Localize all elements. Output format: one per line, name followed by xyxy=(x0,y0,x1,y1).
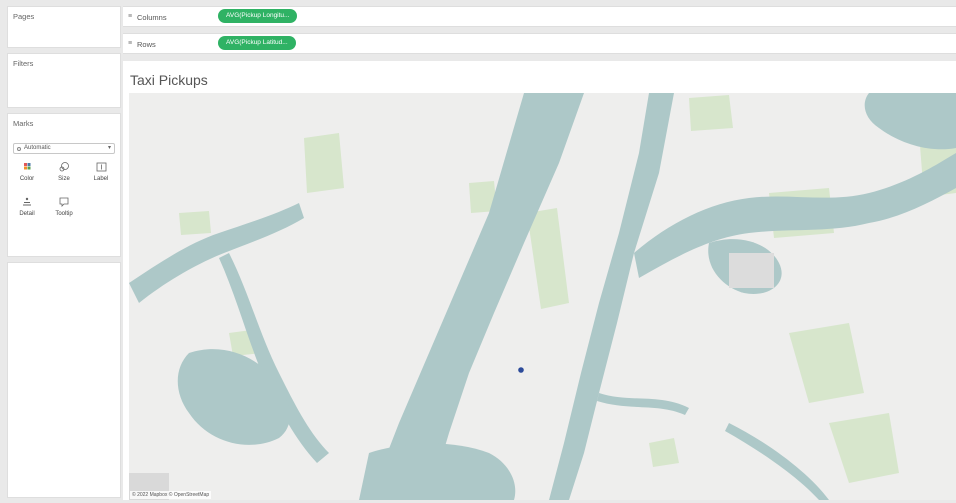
size-button[interactable]: Size xyxy=(51,159,77,187)
rows-label: Rows xyxy=(137,40,156,49)
filters-card[interactable]: Filters xyxy=(7,53,121,108)
mark-type-value: Automatic xyxy=(24,145,51,151)
map-attribution[interactable]: © 2022 Mapbox © OpenStreetMap xyxy=(130,491,212,499)
tooltip-icon xyxy=(59,197,69,207)
label-label: Label xyxy=(93,176,109,182)
tableau-workspace: Pages Filters Marks Automatic ▾ Color Si… xyxy=(0,0,956,503)
color-icon xyxy=(24,163,31,170)
columns-pill[interactable]: AVG(Pickup Longitu... xyxy=(218,9,298,23)
pages-title: Pages xyxy=(13,12,35,21)
side-panel: Pages Filters Marks Automatic ▾ Color Si… xyxy=(7,6,121,498)
view-title[interactable]: Taxi Pickups xyxy=(130,72,208,88)
taxi-pickup-mark[interactable] xyxy=(518,367,524,373)
airport-area xyxy=(729,253,774,288)
label-icon xyxy=(96,162,107,172)
dropdown-arrow-icon: ▾ xyxy=(107,145,111,151)
map-canvas xyxy=(129,93,956,500)
marks-card: Marks Automatic ▾ Color Size Label Detai… xyxy=(7,113,121,257)
empty-side-area xyxy=(7,262,121,498)
color-button[interactable]: Color xyxy=(14,159,40,187)
label-button[interactable]: Label xyxy=(88,159,114,187)
columns-label: Columns xyxy=(137,13,167,22)
mark-type-dropdown[interactable]: Automatic ▾ xyxy=(13,143,115,154)
pages-card[interactable]: Pages xyxy=(7,6,121,48)
rows-shelf[interactable]: ≡ Rows AVG(Pickup Latitud... xyxy=(123,33,956,54)
rows-pill[interactable]: AVG(Pickup Latitud... xyxy=(218,36,296,50)
worksheet-view: Taxi Pickups © 2022 Mapbox © OpenStreetM… xyxy=(123,61,956,500)
detail-icon xyxy=(23,197,31,206)
filters-title: Filters xyxy=(13,59,34,68)
map-view[interactable]: © 2022 Mapbox © OpenStreetMap xyxy=(129,93,956,500)
size-label: Size xyxy=(58,176,70,182)
color-label: Color xyxy=(19,176,35,182)
detail-label: Detail xyxy=(19,211,35,217)
circle-icon xyxy=(17,147,21,151)
columns-icon: ≡ xyxy=(128,13,133,20)
rows-icon: ≡ xyxy=(128,40,133,47)
columns-shelf[interactable]: ≡ Columns AVG(Pickup Longitu... xyxy=(123,6,956,27)
tooltip-label: Tooltip xyxy=(55,211,73,217)
detail-button[interactable]: Detail xyxy=(14,194,40,222)
size-icon xyxy=(59,162,69,172)
marks-title: Marks xyxy=(13,119,34,128)
tooltip-button[interactable]: Tooltip xyxy=(51,194,77,222)
